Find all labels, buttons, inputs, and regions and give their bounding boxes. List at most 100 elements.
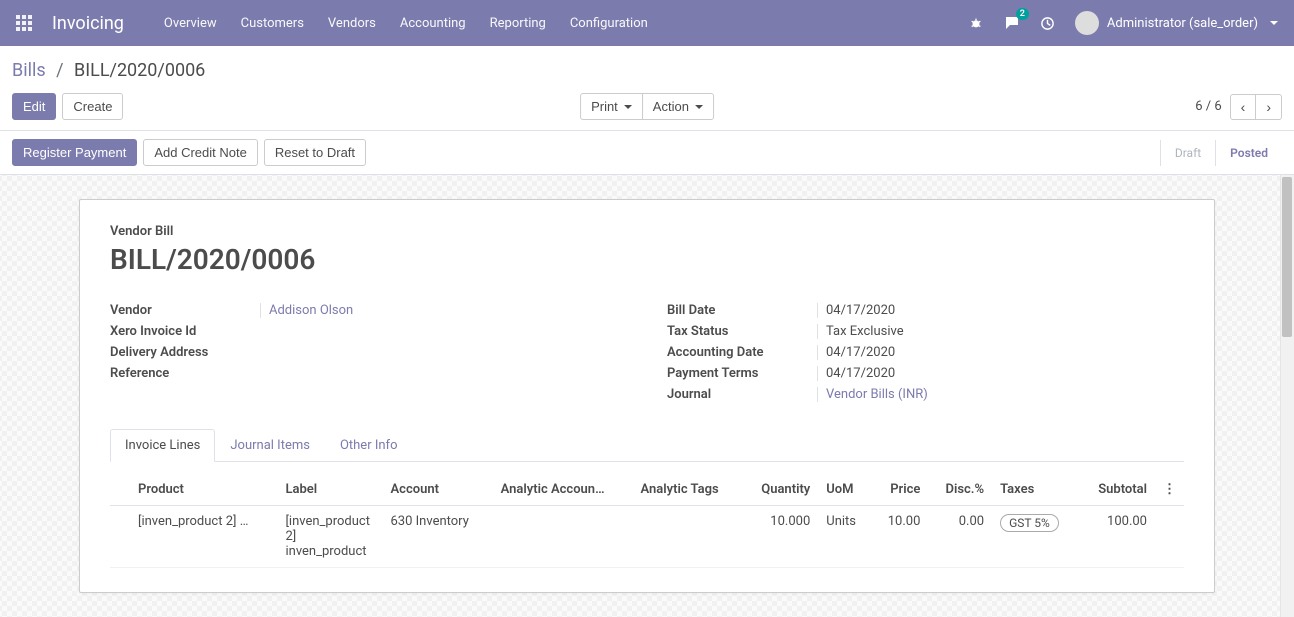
tab-other-info[interactable]: Other Info <box>325 429 413 462</box>
bug-icon[interactable] <box>967 14 985 32</box>
cell-account: 630 Inventory <box>383 506 493 568</box>
vendor-label: Vendor <box>110 303 260 318</box>
chat-badge: 2 <box>1016 8 1029 20</box>
edit-button[interactable]: Edit <box>12 93 56 120</box>
vendor-link[interactable]: Addison Olson <box>269 303 353 318</box>
payment-terms-value: 04/17/2020 <box>817 366 1184 381</box>
edit-create-buttons: Edit Create <box>12 93 123 120</box>
th-label[interactable]: Label <box>277 474 382 506</box>
avatar <box>1075 11 1099 35</box>
action-label: Action <box>653 99 689 114</box>
page-title: BILL/2020/0006 <box>110 243 1184 276</box>
th-uom[interactable]: UoM <box>818 474 871 506</box>
th-quantity[interactable]: Quantity <box>742 474 818 506</box>
sheet-subtitle: Vendor Bill <box>110 224 1184 239</box>
scrollbar[interactable] <box>1280 175 1294 617</box>
cell-subtotal: 100.00 <box>1079 506 1155 568</box>
tab-invoice-lines[interactable]: Invoice Lines <box>110 429 215 462</box>
top-right: 2 Administrator (sale_order) <box>967 11 1278 35</box>
user-menu[interactable]: Administrator (sale_order) <box>1075 11 1278 35</box>
journal-link[interactable]: Vendor Bills (INR) <box>826 387 928 402</box>
invoice-lines-table: Product Label Account Analytic Accoun… A… <box>110 474 1184 568</box>
table-row[interactable]: [inven_product 2] … [inven_product 2] in… <box>110 506 1184 568</box>
th-account[interactable]: Account <box>383 474 493 506</box>
cell-analytic-tags <box>632 506 742 568</box>
th-disc[interactable]: Disc.% <box>928 474 992 506</box>
app-title[interactable]: Invoicing <box>52 13 124 34</box>
pager-text: 6 / 6 <box>1195 99 1221 114</box>
status-posted[interactable]: Posted <box>1215 140 1282 166</box>
form-col-right: Bill Date 04/17/2020 Tax Status Tax Excl… <box>667 300 1184 405</box>
cell-analytic-account <box>493 506 633 568</box>
chat-icon[interactable]: 2 <box>1003 14 1021 32</box>
accounting-date-value: 04/17/2020 <box>817 345 1184 360</box>
content-wrap: Vendor Bill BILL/2020/0006 Vendor Addiso… <box>0 175 1294 617</box>
user-name: Administrator (sale_order) <box>1107 16 1258 31</box>
top-nav: Overview Customers Vendors Accounting Re… <box>164 16 967 31</box>
form-sheet: Vendor Bill BILL/2020/0006 Vendor Addiso… <box>79 199 1215 593</box>
nav-configuration[interactable]: Configuration <box>570 16 648 31</box>
chevron-right-icon: › <box>1266 100 1271 114</box>
cell-product: [inven_product 2] … <box>130 506 277 568</box>
delivery-address-label: Delivery Address <box>110 345 260 360</box>
journal-label: Journal <box>667 387 817 402</box>
print-dropdown[interactable]: Print <box>580 93 643 120</box>
breadcrumb: Bills / BILL/2020/0006 <box>12 60 1282 81</box>
breadcrumb-root[interactable]: Bills <box>12 60 46 81</box>
tab-journal-items[interactable]: Journal Items <box>215 429 325 462</box>
statusbar-buttons: Register Payment Add Credit Note Reset t… <box>12 139 366 166</box>
print-action-group: Print Action <box>580 93 714 120</box>
nav-vendors[interactable]: Vendors <box>328 16 376 31</box>
clock-icon[interactable] <box>1039 14 1057 32</box>
kebab-icon[interactable]: ⋮ <box>1163 482 1176 497</box>
cell-price: 10.00 <box>872 506 929 568</box>
status-draft[interactable]: Draft <box>1160 140 1215 166</box>
xero-invoice-id-label: Xero Invoice Id <box>110 324 260 339</box>
nav-accounting[interactable]: Accounting <box>400 16 466 31</box>
cell-quantity: 10.000 <box>742 506 818 568</box>
form-col-left: Vendor Addison Olson Xero Invoice Id Del… <box>110 300 627 405</box>
breadcrumb-current: BILL/2020/0006 <box>74 60 205 81</box>
pager: 6 / 6 ‹ › <box>1195 94 1282 120</box>
payment-terms-label: Payment Terms <box>667 366 817 381</box>
print-label: Print <box>591 99 618 114</box>
breadcrumb-row: Bills / BILL/2020/0006 <box>0 46 1294 89</box>
th-price[interactable]: Price <box>872 474 929 506</box>
cell-taxes: GST 5% <box>992 506 1079 568</box>
add-credit-note-button[interactable]: Add Credit Note <box>143 139 258 166</box>
register-payment-button[interactable]: Register Payment <box>12 139 137 166</box>
nav-reporting[interactable]: Reporting <box>490 16 546 31</box>
bill-date-value: 04/17/2020 <box>817 303 1184 318</box>
cell-uom: Units <box>818 506 871 568</box>
th-product[interactable]: Product <box>130 474 277 506</box>
statusbar: Register Payment Add Credit Note Reset t… <box>0 130 1294 175</box>
scrollbar-thumb[interactable] <box>1282 177 1292 337</box>
form-group: Vendor Addison Olson Xero Invoice Id Del… <box>110 300 1184 405</box>
bill-date-label: Bill Date <box>667 303 817 318</box>
nav-overview[interactable]: Overview <box>164 16 217 31</box>
action-dropdown[interactable]: Action <box>642 93 714 120</box>
tax-status-value: Tax Exclusive <box>817 324 1184 339</box>
tax-status-label: Tax Status <box>667 324 817 339</box>
pager-next-button[interactable]: › <box>1255 94 1282 120</box>
chevron-down-icon <box>695 105 703 109</box>
chevron-left-icon: ‹ <box>1241 100 1246 114</box>
status-steps: Draft Posted <box>1160 140 1282 166</box>
chevron-down-icon <box>624 105 632 109</box>
apps-icon[interactable] <box>16 15 32 31</box>
chevron-down-icon <box>1270 21 1278 25</box>
th-analytic-account[interactable]: Analytic Accoun… <box>493 474 633 506</box>
breadcrumb-sep: / <box>56 60 63 81</box>
th-analytic-tags[interactable]: Analytic Tags <box>632 474 742 506</box>
cell-disc: 0.00 <box>928 506 992 568</box>
reference-label: Reference <box>110 366 260 381</box>
create-button[interactable]: Create <box>62 93 123 120</box>
nav-customers[interactable]: Customers <box>241 16 304 31</box>
th-subtotal[interactable]: Subtotal <box>1079 474 1155 506</box>
pager-prev-button[interactable]: ‹ <box>1230 94 1257 120</box>
tabs: Invoice Lines Journal Items Other Info <box>110 429 1184 462</box>
accounting-date-label: Accounting Date <box>667 345 817 360</box>
th-taxes[interactable]: Taxes <box>992 474 1079 506</box>
reset-to-draft-button[interactable]: Reset to Draft <box>264 139 366 166</box>
tax-pill: GST 5% <box>1000 514 1059 532</box>
